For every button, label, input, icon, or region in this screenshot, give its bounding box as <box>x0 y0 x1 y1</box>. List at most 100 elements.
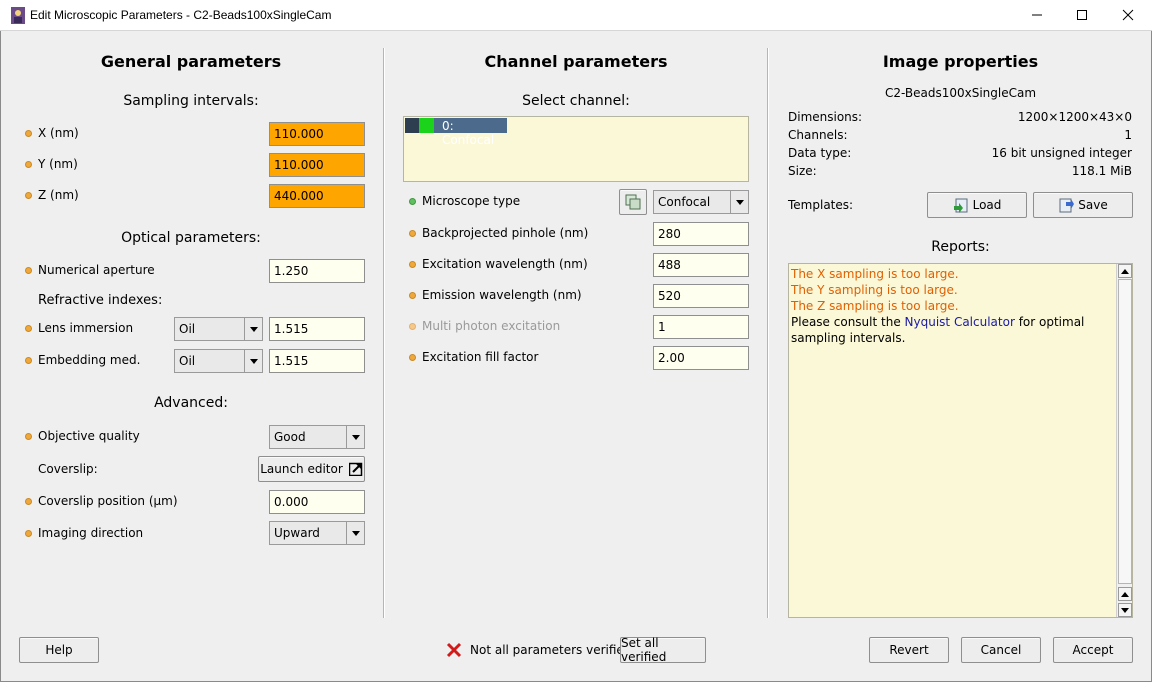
objective-quality-select[interactable]: Good <box>269 425 365 449</box>
app-icon <box>11 7 25 24</box>
consult-text: Please consult the <box>791 315 905 329</box>
channel-color-swatch <box>419 118 434 133</box>
close-icon <box>1122 9 1134 21</box>
cancel-label: Cancel <box>980 643 1022 657</box>
save-label: Save <box>1078 198 1108 212</box>
copy-icon <box>625 194 641 210</box>
multiphoton-field[interactable]: 1 <box>653 315 749 339</box>
general-heading: General parameters <box>100 52 282 71</box>
emission-field[interactable]: 520 <box>653 284 749 308</box>
channel-list[interactable]: 0: Confocal <box>403 116 749 182</box>
fill-factor-field[interactable]: 2.00 <box>653 346 749 370</box>
reports-text: The X sampling is too large. The Y sampl… <box>791 266 1113 346</box>
chevron-up-icon <box>1121 591 1129 597</box>
datatype-label: Data type: <box>788 146 852 160</box>
status-dot <box>25 498 32 505</box>
lens-index-field[interactable]: 1.515 <box>269 317 365 341</box>
nyquist-calculator-link[interactable]: Nyquist Calculator <box>905 315 1015 329</box>
y-label: Y (nm) <box>38 157 78 171</box>
status-dot <box>409 292 416 299</box>
maximize-button[interactable] <box>1059 0 1105 30</box>
report-warning: The Z sampling is too large. <box>791 299 959 313</box>
x-label: X (nm) <box>38 126 79 140</box>
reports-heading: Reports: <box>931 239 990 255</box>
save-icon <box>1059 198 1075 213</box>
cancel-button[interactable]: Cancel <box>961 637 1041 663</box>
embedding-index-field[interactable]: 1.515 <box>269 349 365 373</box>
pinhole-label: Backprojected pinhole (nm) <box>422 226 589 240</box>
imaging-direction-label: Imaging direction <box>38 526 144 540</box>
embedding-medium-select[interactable]: Oil <box>174 349 263 373</box>
set-all-verified-button[interactable]: Set all verified <box>620 636 706 664</box>
status-dot <box>25 130 32 137</box>
minimize-button[interactable] <box>1014 0 1060 30</box>
copy-parameters-button[interactable] <box>619 189 647 215</box>
embedding-medium-value: Oil <box>179 354 196 368</box>
y-sampling-field[interactable]: 110.000 <box>269 153 365 177</box>
microscope-type-select[interactable]: Confocal <box>653 190 749 214</box>
chevron-down-icon <box>1121 607 1129 613</box>
launch-editor-button[interactable]: Launch editor <box>258 456 365 482</box>
status-dot <box>409 354 416 361</box>
channel-item-label: 0: Confocal <box>442 119 495 147</box>
advanced-heading: Advanced: <box>154 395 228 411</box>
na-label: Numerical aperture <box>38 263 155 277</box>
status-dot <box>409 230 416 237</box>
channel-heading: Channel parameters <box>484 52 668 71</box>
revert-button[interactable]: Revert <box>869 637 949 663</box>
z-sampling-field[interactable]: 440.000 <box>269 184 365 208</box>
x-sampling-field[interactable]: 110.000 <box>269 122 365 146</box>
reports-panel[interactable]: The X sampling is too large. The Y sampl… <box>788 263 1133 618</box>
templates-label: Templates: <box>788 198 854 212</box>
status-dot <box>25 530 32 537</box>
chevron-up-icon <box>1121 268 1129 274</box>
channel-item[interactable]: 0: Confocal <box>405 118 507 147</box>
title-bar: Edit Microscopic Parameters - C2-Beads10… <box>0 0 1152 31</box>
status-dot <box>25 192 32 199</box>
status-dot <box>25 357 32 364</box>
pinhole-field[interactable]: 280 <box>653 222 749 246</box>
refractive-heading: Refractive indexes: <box>38 293 163 308</box>
report-warning: The X sampling is too large. <box>791 267 959 281</box>
na-field[interactable]: 1.250 <box>269 259 365 283</box>
channels-value: 1 <box>1124 128 1132 142</box>
scroll-down-button[interactable] <box>1118 603 1132 617</box>
fill-factor-label: Excitation fill factor <box>422 350 539 364</box>
accept-label: Accept <box>1072 643 1114 657</box>
scroll-thumb[interactable] <box>1118 279 1132 584</box>
status-dot <box>25 161 32 168</box>
coverslip-label: Coverslip: <box>38 462 98 476</box>
lens-medium-select[interactable]: Oil <box>174 317 263 341</box>
z-label: Z (nm) <box>38 188 79 202</box>
chevron-down-icon <box>730 191 748 213</box>
column-divider <box>767 48 769 618</box>
close-button[interactable] <box>1105 0 1151 30</box>
scroll-up-button[interactable] <box>1118 587 1132 601</box>
load-template-button[interactable]: Load <box>927 192 1027 218</box>
optical-heading: Optical parameters: <box>121 230 261 246</box>
size-value: 118.1 MiB <box>1071 164 1132 178</box>
accept-button[interactable]: Accept <box>1053 637 1133 663</box>
external-link-icon <box>348 462 363 476</box>
coverslip-position-field[interactable]: 0.000 <box>269 490 365 514</box>
load-icon <box>953 198 968 213</box>
excitation-field[interactable]: 488 <box>653 253 749 277</box>
help-button[interactable]: Help <box>19 637 99 663</box>
report-warning: The Y sampling is too large. <box>791 283 958 297</box>
microscope-type-value: Confocal <box>658 195 711 209</box>
minimize-icon <box>1032 14 1042 16</box>
save-template-button[interactable]: Save <box>1033 192 1133 218</box>
error-x-icon <box>446 642 462 658</box>
status-dot <box>409 323 416 330</box>
chevron-down-icon <box>244 350 262 372</box>
objective-label: Objective quality <box>38 429 140 443</box>
imaging-direction-select[interactable]: Upward <box>269 521 365 545</box>
microscope-type-label: Microscope type <box>422 194 521 208</box>
scroll-up-button[interactable] <box>1118 264 1132 278</box>
lens-immersion-label: Lens immersion <box>38 321 134 335</box>
status-dot <box>25 325 32 332</box>
status-dot <box>25 267 32 274</box>
window-title: Edit Microscopic Parameters - C2-Beads10… <box>30 8 332 22</box>
report-consult: Please consult the Nyquist Calculator fo… <box>791 314 1113 346</box>
reports-scrollbar[interactable] <box>1116 264 1132 617</box>
